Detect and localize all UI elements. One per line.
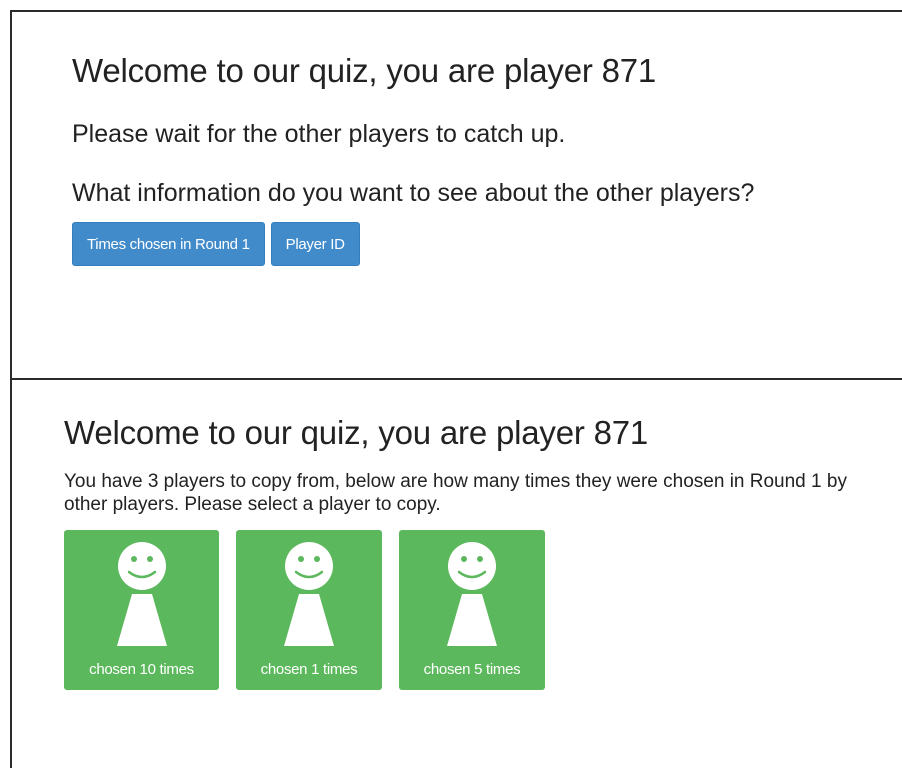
player-card[interactable]: chosen 1 times [236, 530, 382, 690]
info-choice-screen: Welcome to our quiz, you are player 871 … [12, 12, 902, 378]
player-chosen-count: chosen 5 times [423, 661, 521, 678]
player-icon [284, 542, 334, 646]
player-id-button[interactable]: Player ID [270, 222, 360, 266]
player-icon [116, 542, 167, 646]
player-card[interactable]: chosen 5 times [399, 530, 545, 690]
player-card-list: chosen 10 times chosen 1 times chosen 5 … [64, 530, 545, 690]
player-icon [447, 542, 497, 646]
times-chosen-button[interactable]: Times chosen in Round 1 [72, 222, 265, 266]
info-question: What information do you want to see abou… [72, 179, 755, 207]
copy-instructions: You have 3 players to copy from, below a… [64, 471, 847, 515]
page-title: Welcome to our quiz, you are player 871 [64, 414, 649, 451]
player-card[interactable]: chosen 10 times [64, 530, 219, 690]
wait-message: Please wait for the other players to cat… [72, 120, 566, 148]
page-title: Welcome to our quiz, you are player 871 [72, 52, 657, 89]
player-chosen-count: chosen 1 times [260, 661, 358, 678]
player-chosen-count: chosen 10 times [89, 661, 194, 678]
info-button-group: Times chosen in Round 1 Player ID [72, 222, 360, 266]
player-select-screen: Welcome to our quiz, you are player 871 … [12, 380, 902, 768]
